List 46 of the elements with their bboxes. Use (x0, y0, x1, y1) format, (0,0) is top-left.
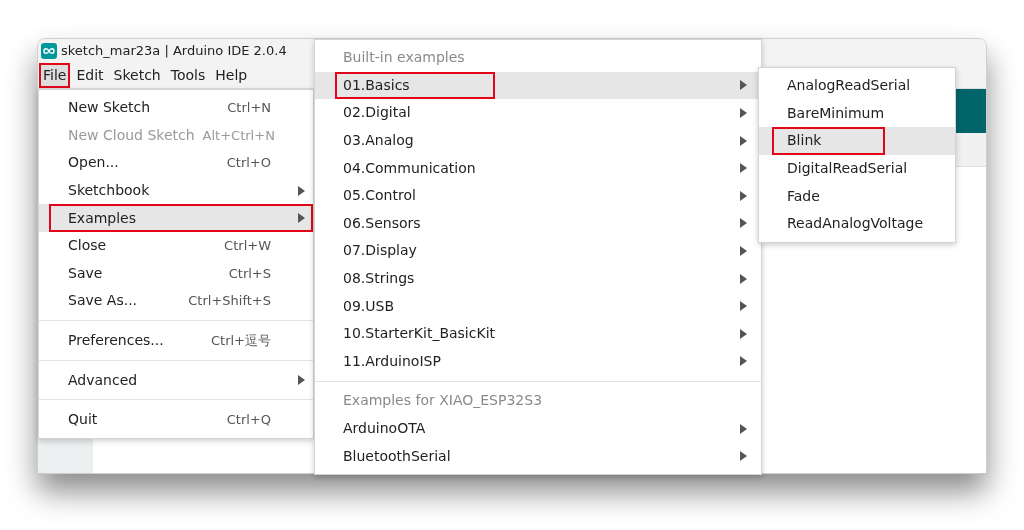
menu-item[interactable]: Fade (759, 182, 955, 210)
menu-item[interactable]: Blink (759, 127, 955, 155)
menu-item[interactable]: 09.USB (315, 292, 761, 320)
menu-bar-item[interactable]: File (39, 63, 71, 88)
menu-item[interactable]: New Sketch Ctrl+N (39, 94, 313, 122)
menu-item[interactable]: 04.Communication (315, 154, 761, 182)
menu-item[interactable]: BluetoothSerial (315, 442, 761, 470)
menu-bar-item[interactable]: Edit (72, 63, 108, 88)
menu-item[interactable]: 11.ArduinoISP (315, 347, 761, 376)
menu-item[interactable]: Sketchbook (39, 176, 313, 205)
menu-item[interactable]: Save As... Ctrl+Shift+S (39, 287, 313, 315)
menu-item[interactable]: 08.Strings (315, 264, 761, 293)
menu-bar-item[interactable]: Sketch (109, 63, 165, 88)
menu-item[interactable]: Advanced (39, 366, 313, 394)
menu-item[interactable]: 03.Analog (315, 126, 761, 155)
menu-section-header: Examples for XIAO_ESP32S3 (343, 391, 543, 411)
menu-section-header: Built-in examples (343, 48, 465, 68)
menu-item[interactable]: 06.Sensors (315, 209, 761, 238)
menu-item[interactable]: Examples (39, 204, 313, 232)
shortcut-label: Ctrl+S (228, 264, 271, 283)
menu-item[interactable]: ArduinoOTA (315, 414, 761, 443)
shortcut-label: Alt+Ctrl+N (202, 126, 275, 145)
menu-item[interactable]: Quit Ctrl+Q (39, 405, 313, 434)
menu-item[interactable]: Close Ctrl+W (39, 231, 313, 260)
menu-bar-item[interactable]: Tools (166, 63, 210, 88)
menu-item[interactable]: 10.StarterKit_BasicKit (315, 319, 761, 348)
menu-item[interactable]: BareMinimum (759, 99, 955, 128)
shortcut-label: Ctrl+逗号 (210, 331, 271, 350)
menu-item[interactable]: 05.Control (315, 181, 761, 210)
infinity-logo-icon (41, 43, 57, 59)
menu-item[interactable]: Preferences... Ctrl+逗号 (39, 326, 313, 355)
menu-item[interactable]: 01.Basics (315, 71, 761, 100)
menu-item[interactable]: DigitalReadSerial (759, 154, 955, 183)
shortcut-label: Ctrl+Q (226, 411, 271, 429)
menu-item[interactable]: Save Ctrl+S (39, 259, 313, 288)
menu-bar-item[interactable]: Help (211, 63, 252, 88)
menu-item[interactable]: AnalogReadSerial (759, 72, 955, 100)
window-title: sketch_mar23a | Arduino IDE 2.0.4 (61, 42, 287, 61)
menu-item[interactable]: 02.Digital (315, 99, 761, 127)
shortcut-label: Ctrl+W (224, 237, 271, 255)
shortcut-label: Ctrl+N (227, 99, 271, 118)
shortcut-label: Ctrl+Shift+S (188, 292, 271, 311)
menu-item[interactable]: Open... Ctrl+O (39, 149, 313, 177)
shortcut-label: Ctrl+O (226, 154, 271, 173)
menu-item[interactable]: 07.Display (315, 237, 761, 265)
menu-item[interactable]: ReadAnalogVoltage (759, 209, 955, 238)
